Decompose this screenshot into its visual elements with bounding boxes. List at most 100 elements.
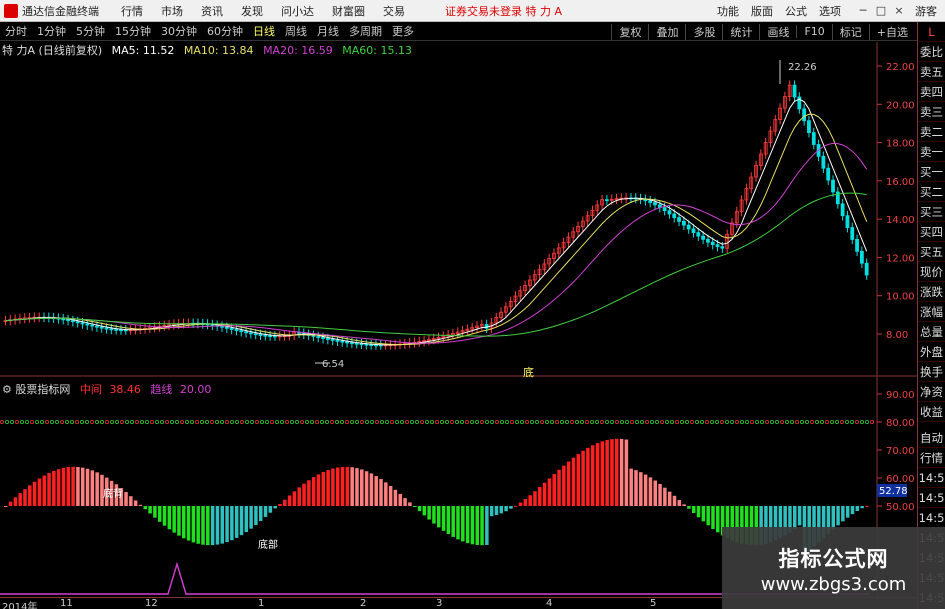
band-dot [45, 419, 50, 424]
candle [364, 343, 369, 346]
band-dot [234, 419, 239, 424]
watermark-url: www.zbgs3.com [760, 574, 907, 595]
line-label: 趋线 [150, 383, 173, 396]
candle [821, 155, 826, 169]
band-dot [610, 419, 615, 424]
candle [831, 179, 835, 193]
side-item[interactable]: 买四 [918, 222, 945, 242]
band-dot [840, 419, 845, 424]
side-item[interactable]: 14:5 [918, 508, 945, 528]
ind-tick-label: 90.00 [886, 390, 915, 401]
side-item[interactable]: 14:5 [918, 488, 945, 508]
candle [325, 338, 330, 340]
side-item[interactable]: 外盘 [918, 342, 945, 362]
band-dot [284, 419, 289, 424]
indicator-bar [201, 506, 205, 545]
indicator-bar [797, 506, 802, 526]
indicator-bar [557, 469, 561, 506]
candle [335, 339, 340, 342]
app-window: { "menubar": { "app_title": "通达信金融终端", "… [0, 0, 945, 609]
indicator-bar [480, 506, 484, 546]
band-dot [259, 419, 264, 424]
price-tick-label: 22.00 [886, 62, 915, 73]
indicator-bar [95, 472, 99, 506]
side-item[interactable]: 收益 [918, 402, 945, 422]
maximize-icon[interactable]: □ [873, 4, 889, 17]
band-dot [0, 420, 4, 424]
side-item[interactable]: 14:5 [918, 468, 945, 488]
candle [220, 325, 224, 328]
indicator-bar [56, 469, 61, 506]
band-dot [60, 419, 65, 424]
settings-icon[interactable]: ⚙ [2, 383, 12, 396]
band-dot [720, 419, 725, 424]
menu-zixun[interactable]: 资讯 [201, 3, 223, 19]
side-item[interactable]: 买三 [918, 202, 945, 222]
indicator-bar [865, 505, 869, 507]
menu-hangqing[interactable]: 行情 [121, 3, 143, 19]
side-item[interactable]: 买五 [918, 242, 945, 262]
high-price-label: 22.26 [788, 62, 817, 73]
side-item[interactable]: 现价 [918, 262, 945, 282]
indicator-bar [634, 470, 638, 506]
band-dot [389, 419, 394, 424]
minimize-icon[interactable]: ─ [855, 4, 871, 17]
menu-faxian[interactable]: 发现 [241, 3, 263, 19]
indicator-bar [533, 491, 537, 506]
indicator-bar [432, 506, 436, 524]
side-item[interactable]: 净资 [918, 382, 945, 402]
band-dot [449, 419, 454, 424]
indicator-bar [167, 506, 172, 530]
menu-xuanxiang[interactable]: 选项 [819, 3, 841, 19]
candle [85, 323, 90, 326]
band-dot [29, 419, 34, 424]
indicator-bar [663, 487, 667, 506]
side-item[interactable]: 卖三 [918, 102, 945, 122]
side-item[interactable]: 涨跌 [918, 282, 945, 302]
side-item[interactable]: 委比 [918, 42, 945, 62]
side-item[interactable]: 卖四 [918, 82, 945, 102]
menu-shichang[interactable]: 市场 [161, 3, 183, 19]
side-item[interactable]: 卖一 [918, 142, 945, 162]
band-dot [850, 419, 855, 424]
band-dot [219, 419, 224, 424]
close-icon[interactable]: × [891, 4, 907, 17]
side-item[interactable]: 卖五 [918, 62, 945, 82]
menu-caifuquan[interactable]: 财富圈 [332, 3, 365, 19]
menu-gongshi[interactable]: 公式 [785, 3, 807, 19]
band-dot [19, 419, 24, 424]
side-item[interactable]: 买一 [918, 162, 945, 182]
side-item[interactable]: 行情 [918, 448, 945, 468]
band-dot [319, 419, 324, 424]
guest-label[interactable]: 游客 [915, 3, 937, 19]
indicator-bar [177, 506, 181, 536]
current-value-badge: 52.78 [877, 484, 908, 497]
band-dot [760, 419, 765, 424]
band-dot [805, 419, 810, 424]
candle [316, 336, 321, 338]
side-item[interactable]: 涨幅 [918, 302, 945, 322]
band-dot [860, 419, 865, 424]
menu-wenxiaoda[interactable]: 问小达 [281, 3, 314, 19]
chart-canvas[interactable]: 22.00 20.00 18.00 16.00 14.00 12.00 10.00 8.00 9… [0, 22, 917, 597]
side-item[interactable]: 总量 [918, 322, 945, 342]
band-dot [224, 419, 229, 424]
indicator-bar [437, 506, 441, 528]
date-label: 3 [436, 598, 443, 609]
indicator-bar [489, 506, 494, 517]
band-dot [299, 419, 304, 424]
menu-banmian[interactable]: 版面 [751, 3, 773, 19]
price-tick-label: 14.00 [886, 215, 915, 226]
menu-gongneng[interactable]: 功能 [717, 3, 739, 19]
band-dot [775, 419, 780, 424]
side-item[interactable]: 卖二 [918, 122, 945, 142]
band-dot [645, 419, 650, 424]
band-dot [329, 419, 334, 424]
indicator-bar [465, 506, 470, 544]
side-item[interactable]: 买二 [918, 182, 945, 202]
side-item[interactable]: 自动 [918, 428, 945, 448]
candle [811, 132, 816, 145]
side-item[interactable]: 换手 [918, 362, 945, 382]
menu-jiaoyi[interactable]: 交易 [383, 3, 405, 19]
indicator-bar [682, 504, 686, 506]
